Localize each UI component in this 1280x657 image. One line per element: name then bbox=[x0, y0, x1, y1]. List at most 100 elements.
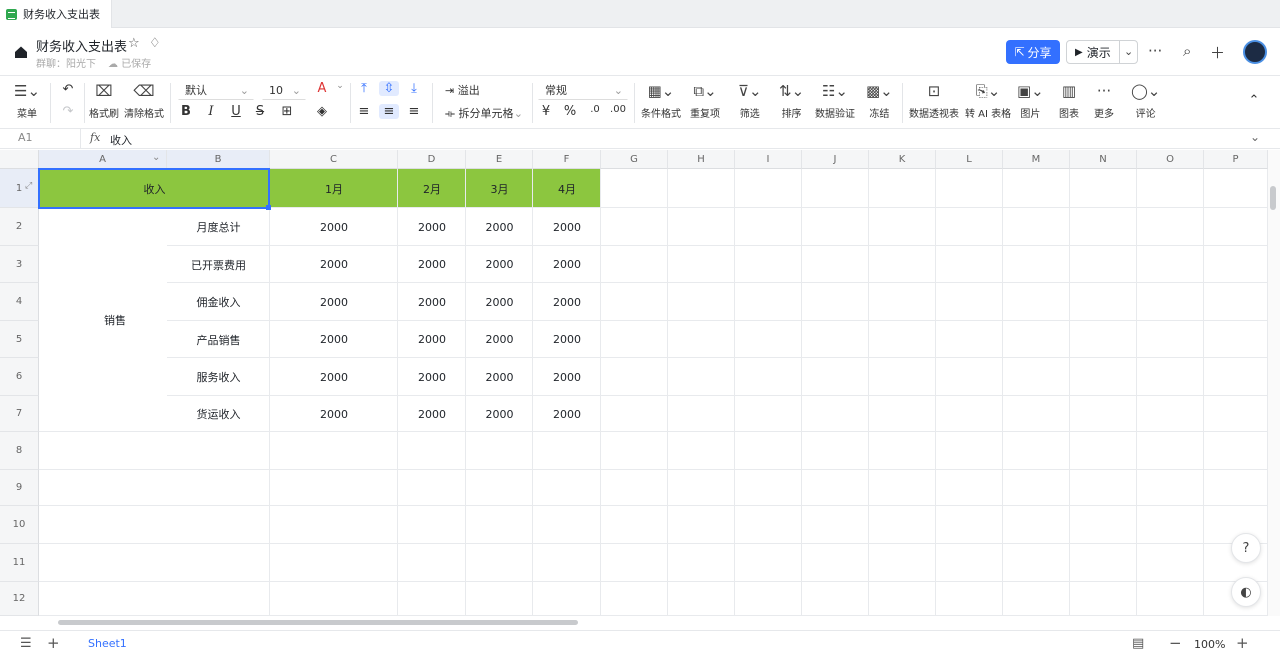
select-all-corner[interactable] bbox=[0, 150, 39, 169]
column-header[interactable]: J bbox=[802, 150, 869, 169]
row-header[interactable]: 8 bbox=[0, 432, 39, 470]
fill-handle[interactable] bbox=[266, 205, 271, 210]
document-tab[interactable]: 财务收入支出表 bbox=[0, 0, 112, 28]
sort-button[interactable]: ⇅⌄ 排序 bbox=[779, 81, 804, 120]
zoom-out-icon[interactable]: − bbox=[1169, 634, 1182, 652]
font-family-select[interactable]: 默认 ⌄ bbox=[178, 80, 254, 100]
clear-format-button[interactable]: ⌫ 清除格式 bbox=[124, 81, 164, 120]
value-cell[interactable]: 2000 bbox=[270, 358, 398, 396]
value-cell[interactable]: 2000 bbox=[466, 321, 533, 358]
zoom-level[interactable]: 100% bbox=[1194, 638, 1225, 651]
star-icon[interactable]: ☆ bbox=[128, 36, 140, 51]
chevron-down-icon[interactable]: ⌄ bbox=[330, 81, 350, 91]
value-cell[interactable]: 2000 bbox=[398, 396, 466, 432]
column-header[interactable]: L bbox=[936, 150, 1003, 169]
split-cells-select[interactable]: ⟛ 拆分单元格 ⌄ bbox=[438, 103, 528, 123]
value-cell[interactable]: 2000 bbox=[466, 246, 533, 283]
user-avatar[interactable] bbox=[1243, 40, 1267, 64]
value-cell[interactable]: 2000 bbox=[398, 321, 466, 358]
column-header[interactable]: M bbox=[1003, 150, 1070, 169]
italic-icon[interactable]: I bbox=[201, 104, 221, 119]
vertical-scrollbar[interactable] bbox=[1268, 150, 1280, 616]
value-cell[interactable]: 2000 bbox=[398, 208, 466, 246]
column-header[interactable]: E bbox=[466, 150, 533, 169]
expand-row-icon[interactable]: ⤢ bbox=[25, 181, 32, 191]
row-header[interactable]: 7 bbox=[0, 396, 39, 432]
chart-button[interactable]: ▥ 图表 bbox=[1059, 81, 1079, 120]
fill-color-icon[interactable]: ◈ bbox=[312, 104, 332, 119]
sheet-tab[interactable]: Sheet1 bbox=[76, 631, 139, 657]
month-header-cell[interactable]: 2月 bbox=[398, 169, 466, 208]
value-cell[interactable]: 2000 bbox=[466, 358, 533, 396]
column-header[interactable]: N bbox=[1070, 150, 1137, 169]
format-painter-button[interactable]: ⌧ 格式刷 bbox=[89, 81, 119, 120]
spreadsheet-grid[interactable]: A B C D E F G H I J K L M N O P ⌄ 1 2 3 4 5 6 7 8 9 10 11 12 ⤢ 收入 1月 2月 3… bbox=[0, 150, 1268, 616]
align-top-icon[interactable]: ⤒ bbox=[354, 81, 374, 96]
image-button[interactable]: ▣⌄ 图片 bbox=[1017, 81, 1044, 120]
formula-input[interactable]: 收入 bbox=[110, 132, 132, 148]
document-title[interactable]: 财务收入支出表 bbox=[36, 36, 127, 55]
undo-icon[interactable]: ↶ bbox=[58, 82, 78, 97]
currency-icon[interactable]: ¥ bbox=[536, 104, 556, 119]
value-cell[interactable]: 2000 bbox=[398, 246, 466, 283]
text-overflow-select[interactable]: ⇥ 溢出 bbox=[438, 80, 528, 100]
value-cell[interactable]: 2000 bbox=[533, 358, 601, 396]
row-header[interactable]: 6 bbox=[0, 358, 39, 396]
decimal-icon[interactable]: .0 bbox=[585, 104, 605, 115]
align-center-icon[interactable]: ≡ bbox=[379, 104, 399, 119]
font-size-select[interactable]: 10 ⌄ bbox=[262, 80, 306, 100]
border-icon[interactable]: ⊞ bbox=[277, 104, 297, 119]
sheet-list-icon[interactable]: ☰ bbox=[20, 636, 32, 651]
value-cell[interactable]: 2000 bbox=[270, 208, 398, 246]
column-header[interactable]: K bbox=[869, 150, 936, 169]
item-name-cell[interactable]: 佣金收入 bbox=[167, 283, 270, 321]
value-cell[interactable]: 2000 bbox=[466, 208, 533, 246]
month-header-cell[interactable]: 4月 bbox=[533, 169, 601, 208]
align-middle-icon[interactable]: ⇳ bbox=[379, 81, 399, 96]
value-cell[interactable]: 2000 bbox=[270, 283, 398, 321]
number-format-select[interactable]: 常规 ⌄ bbox=[538, 80, 628, 100]
filter-button[interactable]: ⊽⌄ 筛选 bbox=[738, 81, 762, 120]
month-header-cell[interactable]: 3月 bbox=[466, 169, 533, 208]
value-cell[interactable]: 2000 bbox=[466, 396, 533, 432]
column-menu-chevron-icon[interactable]: ⌄ bbox=[152, 152, 160, 163]
cell-reference[interactable]: A1 bbox=[18, 131, 33, 144]
data-validation-button[interactable]: ☷⌄ 数据验证 bbox=[815, 81, 855, 120]
row-header[interactable]: 11 bbox=[0, 544, 39, 582]
column-header[interactable]: D bbox=[398, 150, 466, 169]
column-header[interactable]: G bbox=[601, 150, 668, 169]
conditional-format-button[interactable]: ▦⌄ 条件格式 bbox=[641, 81, 681, 120]
more-options-icon[interactable]: ··· bbox=[1148, 42, 1162, 60]
item-name-cell[interactable]: 服务收入 bbox=[167, 358, 270, 396]
menu-button[interactable]: ☰⌄ 菜单 bbox=[14, 81, 40, 120]
column-header[interactable]: B bbox=[167, 150, 270, 169]
bold-icon[interactable]: B bbox=[176, 104, 196, 119]
column-header[interactable]: A bbox=[39, 150, 167, 169]
column-header[interactable]: H bbox=[668, 150, 735, 169]
column-header[interactable]: O bbox=[1137, 150, 1204, 169]
row-header[interactable]: 2 bbox=[0, 208, 39, 246]
percent-icon[interactable]: % bbox=[560, 104, 580, 119]
strikethrough-icon[interactable]: S bbox=[250, 104, 270, 119]
expand-formula-icon[interactable]: ⌄ bbox=[1250, 130, 1260, 144]
zoom-in-icon[interactable]: + bbox=[1236, 634, 1249, 652]
value-cell[interactable]: 2000 bbox=[398, 358, 466, 396]
freeze-button[interactable]: ▩⌄ 冻结 bbox=[866, 81, 893, 120]
more-button[interactable]: ··· 更多 bbox=[1094, 81, 1114, 120]
value-cell[interactable]: 2000 bbox=[270, 396, 398, 432]
row-header[interactable]: 3 bbox=[0, 246, 39, 283]
column-header[interactable]: C bbox=[270, 150, 398, 169]
redo-icon[interactable]: ↷ bbox=[58, 104, 78, 119]
add-sheet-icon[interactable]: + bbox=[47, 634, 60, 652]
share-button[interactable]: ⇱ 分享 bbox=[1006, 40, 1060, 64]
assistant-button[interactable]: ◐ bbox=[1231, 577, 1261, 607]
decimal-icon[interactable]: .00 bbox=[608, 104, 628, 115]
row-header[interactable]: 9 bbox=[0, 470, 39, 506]
underline-icon[interactable]: U bbox=[226, 104, 246, 119]
item-name-cell[interactable]: 产品销售 bbox=[167, 321, 270, 358]
horizontal-scrollbar[interactable] bbox=[40, 616, 1268, 628]
column-header[interactable]: I bbox=[735, 150, 802, 169]
column-header[interactable]: P bbox=[1204, 150, 1268, 169]
align-bottom-icon[interactable]: ⤓ bbox=[404, 81, 424, 96]
value-cell[interactable]: 2000 bbox=[270, 321, 398, 358]
